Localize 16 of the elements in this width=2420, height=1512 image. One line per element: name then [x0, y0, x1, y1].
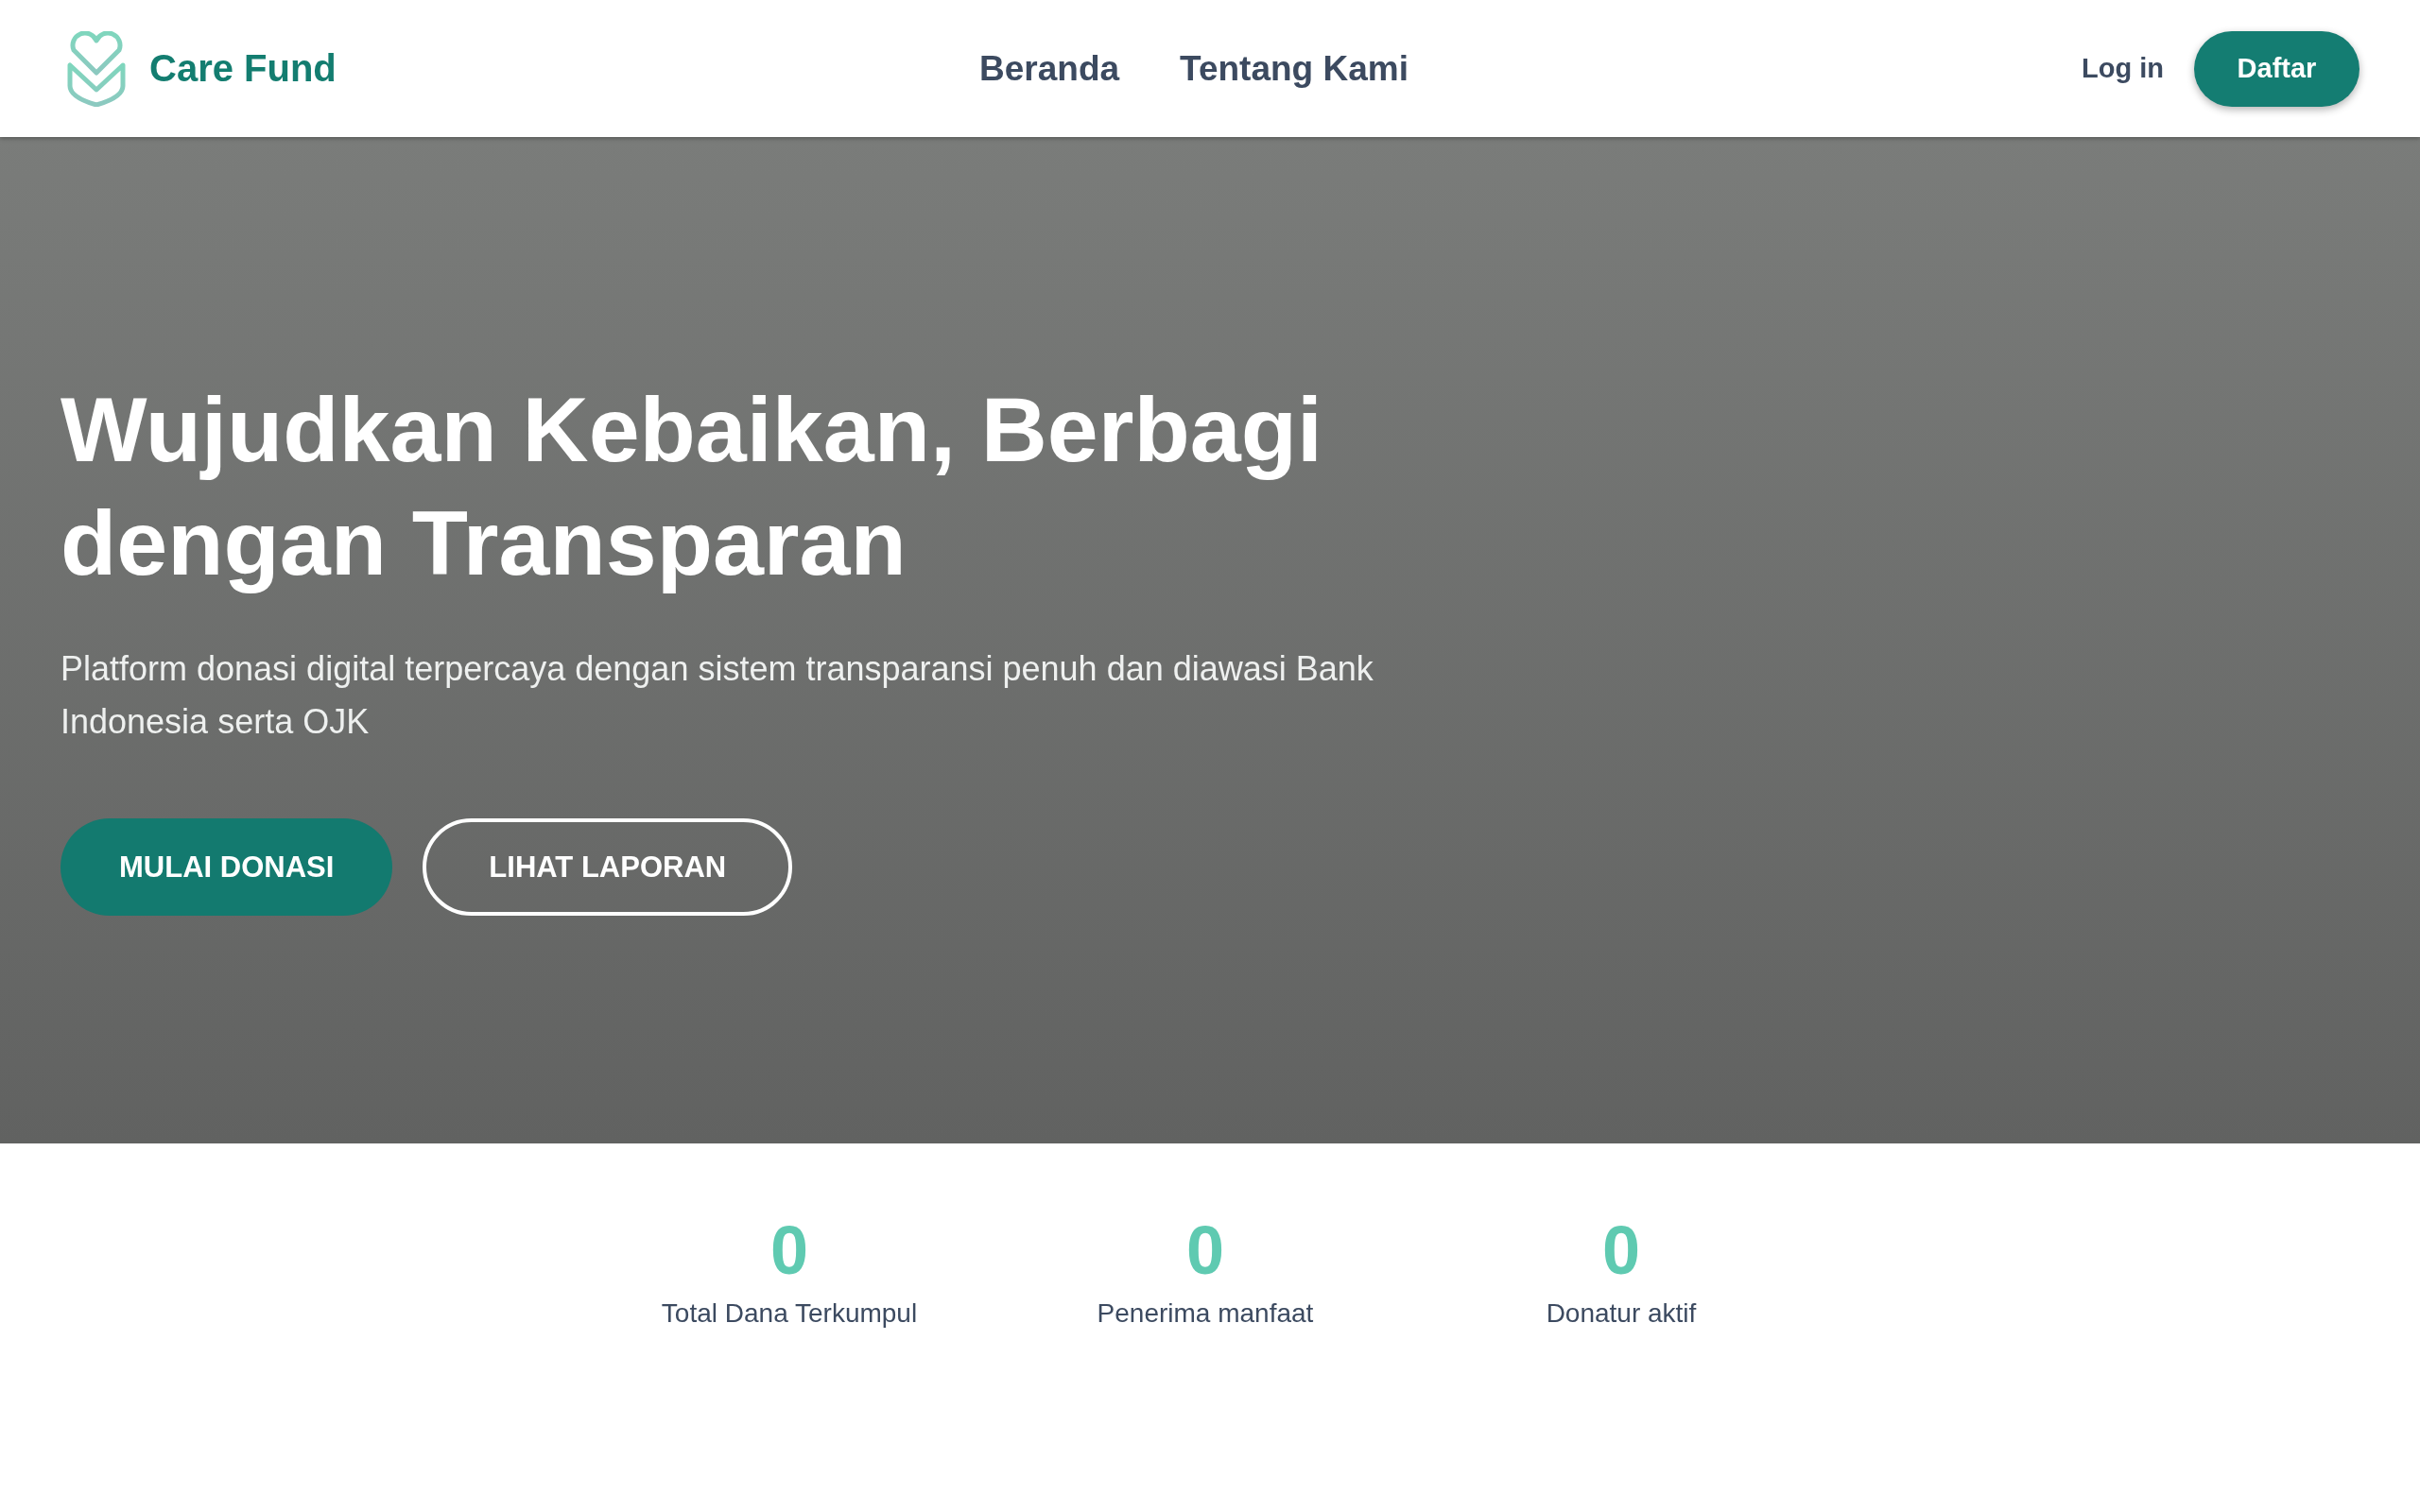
login-link[interactable]: Log in	[2082, 53, 2164, 84]
stat-value: 0	[769, 1211, 808, 1289]
stat-value: 0	[1185, 1211, 1224, 1289]
brand-name[interactable]: Care Fund	[149, 47, 337, 90]
hero-subtitle: Platform donasi digital terpercaya dengan sistem transparansi penuh dan diawasi Bank Indonesia serta OJK	[60, 648, 1374, 743]
stat-label: Total Dana Terkumpul	[661, 1298, 918, 1329]
stat-label: Penerima manfaat	[1097, 1298, 1314, 1329]
report-button[interactable]: LIHAT LAPORAN	[423, 818, 793, 916]
nav-link[interactable]: Beranda	[979, 48, 1120, 89]
donate-button[interactable]: MULAI DONASI	[60, 818, 393, 916]
stat-value: 0	[1601, 1211, 1640, 1289]
stat-label: Donatur aktif	[1546, 1298, 1697, 1329]
register-button[interactable]: Daftar	[2194, 30, 2360, 107]
heart-shield-icon	[66, 30, 127, 107]
hero-title: Wujudkan Kebaikan, Berbagi dengan Transparan	[60, 377, 1323, 596]
nav-link[interactable]: Tentang Kami	[1180, 48, 1409, 89]
